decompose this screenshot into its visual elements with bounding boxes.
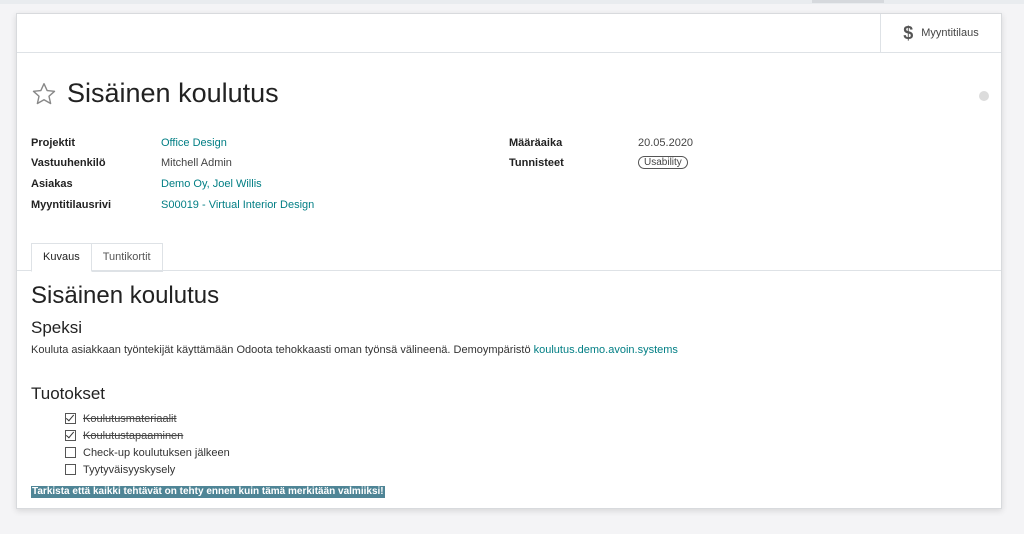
sale-line-link[interactable]: S00019 - Virtual Interior Design: [161, 199, 314, 211]
star-icon[interactable]: [31, 81, 57, 107]
form-sheet: $ Myyntitilaus Sisäinen koulutus Projekt…: [16, 13, 1002, 509]
checklist-item-label: Tyytyväisyyskysely: [83, 463, 176, 476]
checklist-item: Koulutusmateriaalit: [65, 410, 230, 427]
deliverables-checklist: Koulutusmateriaalit Koulutustapaaminen C…: [65, 410, 230, 478]
field-label-tags: Tunnisteet: [509, 157, 564, 169]
checklist-item-label: Koulutustapaaminen: [83, 429, 184, 442]
checklist-item: Tyytyväisyyskysely: [65, 461, 230, 478]
checkbox-checked[interactable]: [65, 430, 76, 441]
highlighted-note: Tarkista että kaikki tehtävät on tehty e…: [31, 486, 385, 498]
checklist-item-label: Koulutusmateriaalit: [83, 412, 177, 425]
deliverables-heading: Tuotokset: [31, 384, 106, 403]
checkbox-checked[interactable]: [65, 413, 76, 424]
tab-description[interactable]: Kuvaus: [31, 243, 92, 272]
description-paragraph: Kouluta asiakkaan työntekijät käyttämään…: [31, 344, 678, 356]
title-row: Sisäinen koulutus: [31, 78, 279, 109]
field-label-sale-line: Myyntitilausrivi: [31, 199, 112, 211]
checkbox-unchecked[interactable]: [65, 464, 76, 475]
checklist-item-label: Check-up koulutuksen jälkeen: [83, 446, 230, 459]
top-strip-tab: [812, 0, 884, 3]
dollar-icon: $: [903, 22, 914, 43]
kanban-state-indicator[interactable]: [979, 91, 989, 101]
checklist-item: Koulutustapaaminen: [65, 427, 230, 444]
smart-button-label: Myyntitilaus: [921, 27, 979, 39]
checkbox-unchecked[interactable]: [65, 447, 76, 458]
tag-badge[interactable]: Usability: [638, 156, 688, 169]
tab-divider: [17, 270, 1001, 271]
field-label-customer: Asiakas: [31, 178, 73, 190]
checklist-item: Check-up koulutuksen jälkeen: [65, 444, 230, 461]
paragraph-text: Kouluta asiakkaan työntekijät käyttämään…: [31, 344, 531, 356]
assignee-value[interactable]: Mitchell Admin: [161, 157, 232, 169]
field-label-project: Projektit: [31, 137, 76, 149]
customer-link[interactable]: Demo Oy, Joel Willis: [161, 178, 262, 190]
tab-timesheets[interactable]: Tuntikortit: [90, 243, 163, 272]
notebook-tabs: Kuvaus Tuntikortit: [31, 243, 163, 272]
field-label-deadline: Määräaika: [509, 137, 563, 149]
field-label-assignee: Vastuuhenkilö: [31, 157, 106, 169]
task-title: Sisäinen koulutus: [67, 78, 279, 108]
button-box: $ Myyntitilaus: [17, 14, 1001, 53]
sales-order-smart-button[interactable]: $ Myyntitilaus: [880, 14, 1001, 52]
project-link[interactable]: Office Design: [161, 137, 227, 149]
description-subheading: Speksi: [31, 318, 83, 337]
demo-link[interactable]: koulutus.demo.avoin.systems: [534, 344, 678, 356]
deadline-value[interactable]: 20.05.2020: [638, 137, 693, 149]
description-heading: Sisäinen koulutus: [31, 282, 220, 309]
